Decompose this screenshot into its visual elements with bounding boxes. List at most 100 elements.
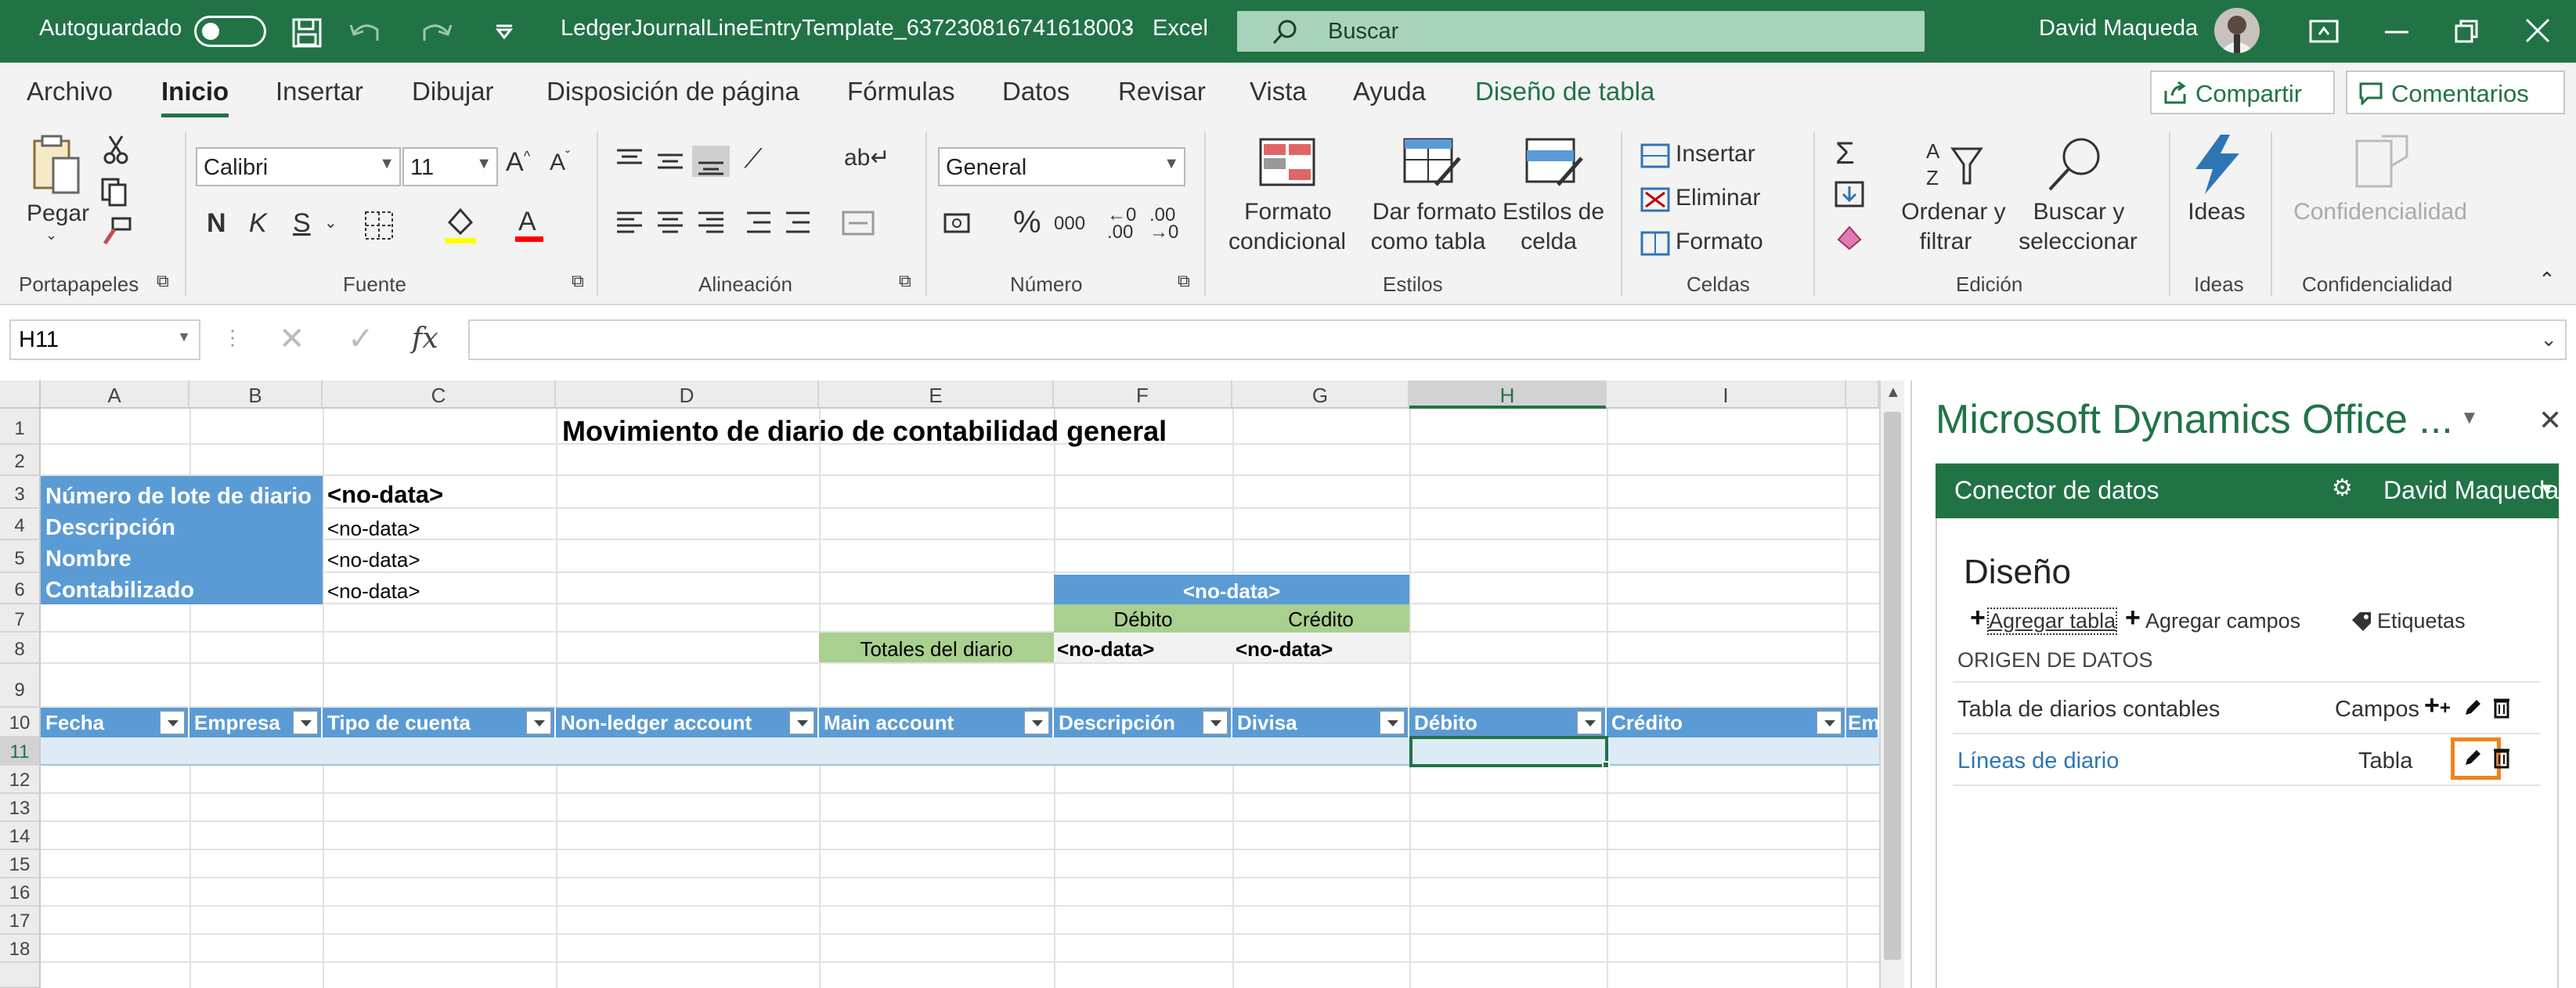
underline-dropdown-icon[interactable]: ⌄ <box>324 213 337 233</box>
labels-link[interactable]: Etiquetas <box>2377 609 2466 633</box>
customize-toolbar-icon[interactable] <box>495 23 514 39</box>
row-header-2[interactable]: 2 <box>0 445 41 476</box>
tab-archivo[interactable]: Archivo <box>27 77 113 106</box>
delete-trash-icon[interactable] <box>2493 747 2510 769</box>
tab-formulas[interactable]: Fórmulas <box>847 77 955 106</box>
row-header-10[interactable]: 10 <box>0 708 41 737</box>
add-fields-icon[interactable]: ++ <box>2424 691 2451 721</box>
value-posted[interactable]: <no-data> <box>327 579 420 604</box>
bold-button[interactable]: N <box>207 208 226 239</box>
active-cell-h11[interactable] <box>1409 736 1608 767</box>
sort-filter-label-1[interactable]: Ordenar y <box>1895 199 2012 225</box>
minimize-icon[interactable] <box>2383 30 2410 34</box>
user-dropdown-icon[interactable]: ▼ <box>2538 479 2556 499</box>
autosum-icon[interactable]: Σ <box>1835 136 1855 171</box>
value-name[interactable]: <no-data> <box>327 548 420 572</box>
add-fields-icon[interactable]: + <box>2125 603 2141 633</box>
tab-inicio[interactable]: Inicio <box>161 77 229 117</box>
delete-trash-icon[interactable] <box>2493 697 2510 719</box>
table-header-non-ledger[interactable]: Non-ledger account <box>556 708 819 737</box>
increase-font-icon[interactable]: A^ <box>506 147 530 178</box>
row-header-3[interactable]: 3 <box>0 476 41 509</box>
filter-dropdown-icon[interactable] <box>1203 711 1228 734</box>
redo-icon[interactable] <box>420 17 454 47</box>
column-header-g[interactable]: G <box>1232 380 1409 409</box>
row-header-12[interactable]: 12 <box>0 766 41 794</box>
vertical-scrollbar[interactable]: ▲ <box>1879 380 1904 988</box>
merge-center-icon[interactable] <box>841 210 875 236</box>
sort-filter-icon[interactable]: AZ <box>1925 138 1984 193</box>
clipboard-launcher-icon[interactable]: ⧉ <box>157 271 169 291</box>
row-header-6[interactable]: 6 <box>0 573 41 604</box>
source-name-2[interactable]: Líneas de diario <box>1957 748 2119 774</box>
tab-vista[interactable]: Vista <box>1250 77 1307 106</box>
table-header-divisa[interactable]: Divisa <box>1232 708 1409 737</box>
tab-insertar[interactable]: Insertar <box>276 77 363 106</box>
collapse-ribbon-icon[interactable]: ⌃ <box>2538 268 2556 292</box>
labels-tag-icon[interactable] <box>2351 611 2374 633</box>
row-header-9[interactable]: 9 <box>0 664 41 708</box>
search-box[interactable]: Buscar <box>1237 11 1925 52</box>
column-header-c[interactable]: C <box>323 380 556 409</box>
number-launcher-icon[interactable]: ⧉ <box>1178 271 1190 291</box>
wrap-text-icon[interactable]: ab↵ <box>844 144 890 171</box>
filter-dropdown-icon[interactable] <box>1380 711 1405 734</box>
table-header-tipo-cuenta[interactable]: Tipo de cuenta <box>323 708 556 737</box>
edit-pencil-icon[interactable] <box>2463 698 2482 717</box>
delete-cells-label[interactable]: Eliminar <box>1676 185 1760 211</box>
settings-gear-icon[interactable]: ⚙ <box>2332 474 2353 502</box>
currency-format-icon[interactable] <box>943 210 974 236</box>
format-table-label-2[interactable]: como tabla <box>1359 229 1497 255</box>
add-table-icon[interactable]: + <box>1970 603 1986 633</box>
filter-dropdown-icon[interactable] <box>1577 711 1602 734</box>
edit-pencil-icon[interactable] <box>2463 748 2482 767</box>
increase-decimal-icon[interactable]: ←0.00 <box>1107 206 1136 242</box>
user-avatar[interactable] <box>2214 8 2260 53</box>
column-header-b[interactable]: B <box>189 380 323 409</box>
borders-icon[interactable] <box>363 210 395 241</box>
ribbon-display-icon[interactable] <box>2308 17 2340 45</box>
format-as-table-icon[interactable] <box>1402 135 1463 189</box>
find-select-label-1[interactable]: Buscar y <box>2020 199 2138 225</box>
insert-function-icon[interactable]: fx <box>412 323 438 355</box>
thousands-button[interactable]: 000 <box>1054 213 1085 235</box>
format-painter-icon[interactable] <box>100 216 133 247</box>
formula-bar-handle-icon[interactable]: ⋮ <box>222 326 243 350</box>
tab-datos[interactable]: Datos <box>1002 77 1070 106</box>
fill-icon[interactable] <box>1834 180 1865 208</box>
row-header-8[interactable]: 8 <box>0 633 41 664</box>
select-all-corner[interactable] <box>0 380 41 409</box>
connector-user[interactable]: David Maqueda <box>2383 476 2559 505</box>
underline-button[interactable]: S <box>293 208 311 239</box>
add-fields-link[interactable]: Agregar campos <box>2145 609 2300 633</box>
tab-diseno-tabla[interactable]: Diseño de tabla <box>1475 77 1654 106</box>
restore-icon[interactable] <box>2454 19 2479 44</box>
user-name[interactable]: David Maqueda <box>2039 16 2198 41</box>
format-cells-label[interactable]: Formato <box>1676 229 1763 255</box>
copy-icon[interactable] <box>100 177 135 207</box>
column-header-f[interactable]: F <box>1054 380 1232 409</box>
conditional-label-2[interactable]: condicional <box>1218 229 1356 255</box>
row-header-4[interactable]: 4 <box>0 509 41 540</box>
column-header-i[interactable]: I <box>1607 380 1846 409</box>
row-header-5[interactable]: 5 <box>0 540 41 573</box>
filter-dropdown-icon[interactable] <box>1817 711 1842 734</box>
add-table-link[interactable]: Agregar tabla <box>1986 608 2118 635</box>
paste-dropdown-icon[interactable]: ⌄ <box>45 227 57 243</box>
worksheet-grid[interactable]: A B C D E F G H I 1 2 3 4 5 6 7 8 9 10 1… <box>0 380 1879 988</box>
enter-icon[interactable]: ✓ <box>348 321 374 357</box>
sensitivity-icon[interactable] <box>2351 135 2410 191</box>
insert-cells-icon[interactable] <box>1640 142 1671 169</box>
percent-button[interactable]: % <box>1013 205 1041 240</box>
filter-dropdown-icon[interactable] <box>526 711 551 734</box>
filter-dropdown-icon[interactable] <box>293 711 318 734</box>
autosave-toggle[interactable] <box>194 16 266 47</box>
value-batch[interactable]: <no-data> <box>327 481 443 509</box>
font-color-icon[interactable]: A <box>514 204 545 243</box>
name-box[interactable]: H11 ▼ <box>9 319 200 360</box>
tab-ayuda[interactable]: Ayuda <box>1353 77 1426 106</box>
undo-icon[interactable] <box>348 17 382 47</box>
row-header-13[interactable]: 13 <box>0 794 41 822</box>
tab-disposicion[interactable]: Disposición de página <box>547 77 799 106</box>
table-header-debito[interactable]: Débito <box>1409 708 1607 737</box>
